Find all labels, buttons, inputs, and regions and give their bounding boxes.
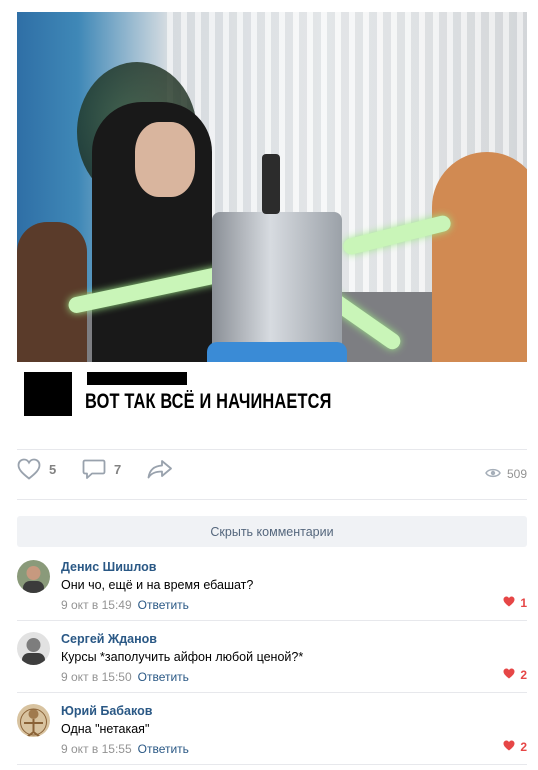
comment-like-button[interactable]: 2 (503, 668, 527, 682)
reply-button[interactable]: Ответить (138, 598, 189, 612)
photo-device-base (207, 342, 347, 362)
heart-outline-icon (17, 458, 41, 480)
comment-time[interactable]: 9 окт в 15:49 (61, 598, 132, 612)
comment-item: Сергей Жданов Курсы *заполучить айфон лю… (17, 632, 527, 692)
like-button[interactable]: 5 (17, 458, 56, 480)
comment-meta: 9 окт в 15:50 Ответить (61, 670, 189, 684)
comment-like-button[interactable]: 1 (503, 596, 527, 610)
avatar[interactable] (17, 560, 50, 593)
avatar[interactable] (17, 632, 50, 665)
comment-count: 7 (114, 461, 122, 477)
comment-divider (17, 692, 527, 693)
share-arrow-icon (147, 458, 173, 480)
heart-filled-icon (503, 740, 515, 754)
comment-time[interactable]: 9 окт в 15:50 (61, 670, 132, 684)
comment-item: Юрий Бабаков Одна "нетакая" 9 окт в 15:5… (17, 704, 527, 764)
reply-button[interactable]: Ответить (138, 670, 189, 684)
comment-like-button[interactable]: 2 (503, 740, 527, 754)
comment-bubble-icon (82, 458, 106, 480)
photo-person-right (432, 152, 527, 362)
comment-time[interactable]: 9 окт в 15:55 (61, 742, 132, 756)
comment-like-count: 2 (520, 668, 527, 682)
share-button[interactable] (147, 458, 173, 480)
comment-meta: 9 окт в 15:49 Ответить (61, 598, 189, 612)
photo-person-left (17, 222, 87, 362)
comment-text: Они чо, ещё и на время ебашат? (61, 578, 254, 592)
comment-text: Курсы *заполучить айфон любой ценой?* (61, 650, 304, 664)
like-count: 5 (49, 461, 57, 477)
comment-text: Одна "нетакая" (61, 722, 150, 736)
views-count: 509 (506, 467, 527, 481)
avatar[interactable] (17, 704, 50, 737)
heart-filled-icon (503, 596, 515, 610)
divider-bottom (17, 499, 527, 500)
comment-divider (17, 620, 527, 621)
heart-filled-icon (503, 668, 515, 682)
divider-top (17, 449, 527, 450)
caption-redacted-bar (87, 372, 187, 385)
post-caption: ВОТ ТАК ВСЁ И НАЧИНАЕТСЯ (85, 390, 332, 413)
comment-author[interactable]: Денис Шишлов (61, 560, 156, 574)
photo-device (212, 212, 342, 362)
comment-divider (17, 764, 527, 765)
comment-item: Денис Шишлов Они чо, ещё и на время ебаш… (17, 560, 527, 620)
photo-person-middle-face (135, 122, 195, 197)
caption-redacted-block (24, 372, 72, 416)
comment-author[interactable]: Сергей Жданов (61, 632, 157, 646)
comment-like-count: 2 (520, 740, 527, 754)
hide-comments-button[interactable]: Скрыть комментарии (17, 516, 527, 547)
comment-meta: 9 окт в 15:55 Ответить (61, 742, 189, 756)
comment-author[interactable]: Юрий Бабаков (61, 704, 152, 718)
reply-button[interactable]: Ответить (138, 742, 189, 756)
post-actions-bar: 5 7 509 (17, 458, 527, 490)
eye-icon (485, 467, 501, 482)
post-photo[interactable] (17, 12, 527, 362)
photo-hourglass (262, 154, 280, 214)
comment-button[interactable]: 7 (82, 458, 121, 480)
comment-like-count: 1 (520, 596, 527, 610)
views-counter: 509 (485, 458, 527, 490)
